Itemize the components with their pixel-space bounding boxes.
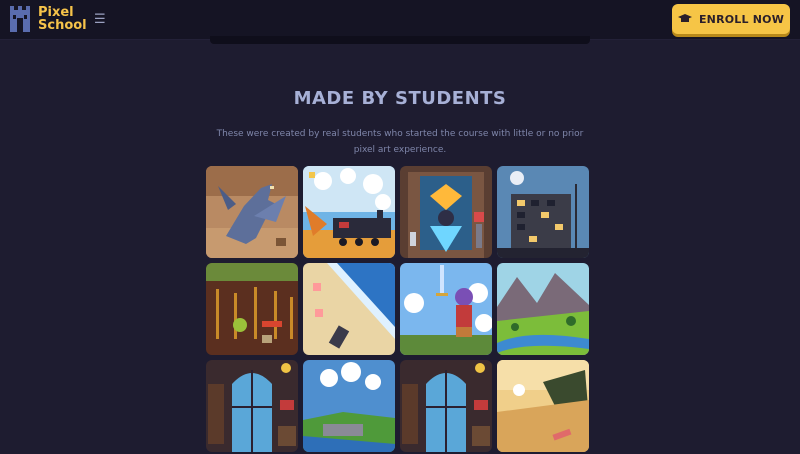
enroll-now-button[interactable]: ENROLL NOW (672, 4, 790, 34)
gallery-tile-hero-sword[interactable] (400, 263, 492, 355)
stained-glass-room-artwork (400, 360, 492, 452)
section-title: MADE BY STUDENTS (293, 88, 507, 109)
hero-sword-artwork (400, 263, 492, 355)
gallery-tile-beach-shore[interactable] (303, 263, 395, 355)
gallery-tile-stained-glass-room[interactable] (206, 360, 298, 452)
site-logo[interactable]: Pixel School (8, 6, 87, 32)
city-building-artwork (497, 166, 589, 258)
gallery-tile-steam-train[interactable] (303, 166, 395, 258)
beach-shore-artwork (303, 263, 395, 355)
brand-name-line2: School (38, 18, 87, 33)
hamburger-icon[interactable]: ☰ (94, 12, 106, 27)
dragon-artwork (206, 166, 298, 258)
gallery-tile-city-building[interactable] (497, 166, 589, 258)
gallery-tile-glowing-hall[interactable] (400, 166, 492, 258)
mountain-valley-artwork (497, 263, 589, 355)
enroll-label: ENROLL NOW (698, 12, 785, 26)
steam-train-artwork (303, 166, 395, 258)
section-description: These were created by real students who … (216, 129, 584, 155)
student-art-gallery (206, 166, 591, 452)
glowing-hall-artwork (400, 166, 492, 258)
graduation-cap-icon (677, 14, 692, 22)
gallery-tile-mountain-valley[interactable] (497, 263, 589, 355)
coastal-cliff-artwork (303, 360, 395, 452)
desert-beach-artwork (497, 360, 589, 452)
gallery-tile-desert-beach[interactable] (497, 360, 589, 452)
gallery-tile-coastal-cliff[interactable] (303, 360, 395, 452)
stained-glass-room-artwork (206, 360, 298, 452)
gallery-tile-farm-field[interactable] (206, 263, 298, 355)
hero-image-edge (210, 36, 590, 44)
gallery-tile-dragon[interactable] (206, 166, 298, 258)
farm-field-artwork (206, 263, 298, 355)
gallery-tile-stained-glass-room-2[interactable] (400, 360, 492, 452)
castle-icon (10, 6, 30, 32)
